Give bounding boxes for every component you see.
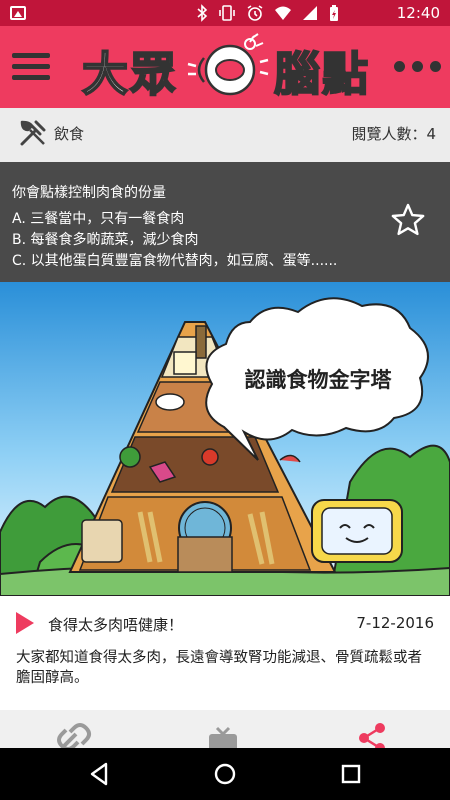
more-dots-icon [394,60,405,72]
link-icon[interactable] [56,722,92,748]
question-option-b: B. 每餐食多啲蔬菜，減少食肉 [12,232,199,248]
svg-text:大: 大 [82,47,128,101]
play-icon[interactable] [16,612,34,634]
status-time: 12:40 [396,4,440,22]
question-option-c: C. 以其他蛋白質豐富食物代替肉，如豆腐、蛋等...... [12,253,338,269]
pyramid-bubble-text: 認識食物金字塔 [245,368,393,392]
app-logo: 大 眾 腦 點 [81,33,369,102]
gallery-icon [10,6,26,20]
menu-button[interactable] [12,53,50,83]
back-icon[interactable] [86,760,114,788]
question-option-a: A. 三餐當中，只有一餐食肉 [12,211,185,227]
app-bar: 大 眾 腦 點 [0,26,450,108]
view-count: 閱覽人數：4 [351,125,436,143]
vibrate-icon [219,5,235,21]
home-icon[interactable] [211,760,239,788]
article-body: 大家都知道食得太多肉，長遠會導致腎功能減退、骨質疏鬆或者膽固醇高。 [16,650,422,686]
category-row: 飲食 閱覽人數：4 [0,108,450,162]
signal-icon [303,6,317,20]
recents-icon[interactable] [337,760,365,788]
status-icons [196,4,340,22]
system-nav-bar [0,748,450,800]
battery-icon [330,5,338,21]
bluetooth-icon [197,4,208,22]
question-panel: 你會點樣控制肉食的份量 A. 三餐當中，只有一餐食肉 B. 每餐食多啲蔬菜，減少… [0,162,450,282]
food-pyramid-illustration: 認識食物金字塔 [0,282,450,596]
svg-text:眾: 眾 [130,47,176,101]
more-options-button[interactable] [394,56,442,76]
fork-knife-icon [20,120,46,146]
article-date: 7-12-2016 [356,614,434,632]
article-title: 食得太多肉唔健康！ [48,616,184,634]
svg-text:腦: 腦 [274,47,320,101]
menu-icon [12,53,50,58]
status-bar: 12:40 [0,0,450,26]
share-icon[interactable] [354,722,390,748]
svg-text:點: 點 [322,47,368,101]
alarm-icon [247,5,263,21]
question-title: 你會點樣控制肉食的份量 [12,185,166,201]
article-card[interactable]: 食得太多肉唔健康！ 7-12-2016 大家都知道食得太多肉，長遠會導致腎功能減… [0,596,450,710]
wifi-icon [275,6,291,20]
favorite-star-icon[interactable] [390,202,426,238]
category-label: 飲食 [54,125,85,143]
tv-icon[interactable] [205,722,241,748]
action-bar [0,710,450,748]
